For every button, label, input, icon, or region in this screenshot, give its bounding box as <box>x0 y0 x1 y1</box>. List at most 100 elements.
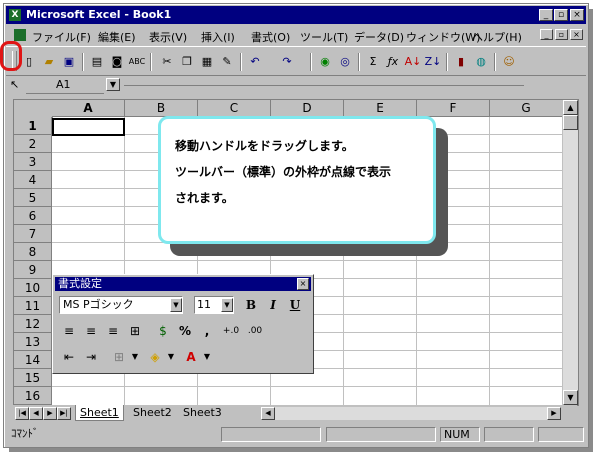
column-header-g[interactable]: G <box>490 100 563 117</box>
autosum-icon[interactable]: Σ <box>364 53 382 71</box>
menu-help[interactable]: ヘルプ(H) <box>472 29 522 45</box>
menu-view[interactable]: 表示(V) <box>149 29 187 45</box>
map-icon[interactable]: ◍ <box>472 53 490 71</box>
row-header-10[interactable]: 10 <box>14 279 52 297</box>
tab-sheet3[interactable]: Sheet3 <box>179 405 226 420</box>
row-header-3[interactable]: 3 <box>14 153 52 171</box>
function-icon[interactable]: ƒx <box>384 53 402 71</box>
chevron-down-icon[interactable]: ▼ <box>197 347 217 367</box>
row-header-1[interactable]: 1 <box>14 117 52 135</box>
doc-minimize-button[interactable]: _ <box>540 29 553 40</box>
row-header-4[interactable]: 4 <box>14 171 52 189</box>
align-center-icon[interactable]: ≡ <box>81 321 101 341</box>
tab-sheet1[interactable]: Sheet1 <box>75 405 124 421</box>
document-icon[interactable] <box>14 29 26 41</box>
scroll-down-button[interactable]: ▼ <box>563 390 578 405</box>
menu-edit[interactable]: 編集(E) <box>98 29 136 45</box>
formatting-toolbar-close-button[interactable]: × <box>297 278 309 290</box>
scroll-thumb[interactable] <box>563 115 578 130</box>
horizontal-scrollbar[interactable]: ◀ ▶ <box>261 407 561 420</box>
comma-button[interactable]: , <box>197 321 217 341</box>
decrease-decimal-button[interactable]: .00 <box>245 321 265 341</box>
align-right-icon[interactable]: ≡ <box>103 321 123 341</box>
hyperlink-icon[interactable]: ◉ <box>316 53 334 71</box>
column-header-f[interactable]: F <box>417 100 490 117</box>
increase-indent-icon[interactable]: ⇥ <box>81 347 101 367</box>
menu-tools[interactable]: ツール(T) <box>300 29 348 45</box>
font-name-select[interactable]: MS Pゴシック ▼ <box>59 296 183 314</box>
next-sheet-button[interactable]: ▶ <box>43 407 57 420</box>
bold-button[interactable]: B <box>241 295 261 315</box>
row-header-13[interactable]: 13 <box>14 333 52 351</box>
menu-insert[interactable]: 挿入(I) <box>201 29 235 45</box>
row-header-12[interactable]: 12 <box>14 315 52 333</box>
row-header-6[interactable]: 6 <box>14 207 52 225</box>
italic-button[interactable]: I <box>263 295 283 315</box>
name-box[interactable]: A1 <box>26 77 104 94</box>
open-icon[interactable]: ▰ <box>40 53 58 71</box>
new-icon[interactable]: ▯ <box>20 53 38 71</box>
cut-icon[interactable]: ✂ <box>158 53 176 71</box>
column-header-b[interactable]: B <box>125 100 198 117</box>
row-header-16[interactable]: 16 <box>14 387 52 405</box>
row-header-11[interactable]: 11 <box>14 297 52 315</box>
scroll-left-button[interactable]: ◀ <box>261 407 275 420</box>
close-button[interactable]: × <box>570 9 584 21</box>
decrease-indent-icon[interactable]: ⇤ <box>59 347 79 367</box>
prev-sheet-button[interactable]: ◀ <box>29 407 43 420</box>
row-header-14[interactable]: 14 <box>14 351 52 369</box>
copy-icon[interactable]: ❐ <box>178 53 196 71</box>
redo-icon[interactable]: ↷ <box>278 53 296 71</box>
scroll-right-button[interactable]: ▶ <box>547 407 561 420</box>
print-preview-icon[interactable]: ◙ <box>108 53 126 71</box>
title-bar[interactable]: X Microsoft Excel - Book1 _ ▫ × <box>6 6 586 24</box>
font-size-select[interactable]: 11 ▼ <box>194 296 234 314</box>
undo-icon[interactable]: ↶ <box>246 53 264 71</box>
column-header-d[interactable]: D <box>271 100 344 117</box>
minimize-button[interactable]: _ <box>539 9 553 21</box>
save-icon[interactable]: ▣ <box>60 53 78 71</box>
row-header-7[interactable]: 7 <box>14 225 52 243</box>
active-cell-a1[interactable] <box>52 118 125 136</box>
scroll-up-button[interactable]: ▲ <box>563 100 578 115</box>
menu-data[interactable]: データ(D) <box>354 29 404 45</box>
formatting-toolbar-titlebar[interactable]: 書式設定 × <box>55 277 311 291</box>
vertical-scrollbar[interactable]: ▲ ▼ <box>562 100 578 405</box>
web-toolbar-icon[interactable]: ◎ <box>336 53 354 71</box>
row-header-8[interactable]: 8 <box>14 243 52 261</box>
office-assistant-icon[interactable]: ☺ <box>500 53 518 71</box>
doc-close-button[interactable]: × <box>570 29 583 40</box>
spelling-icon[interactable]: ABC <box>128 53 146 71</box>
name-box-dropdown[interactable]: ▼ <box>106 78 120 91</box>
restore-button[interactable]: ▫ <box>554 9 568 21</box>
sort-ascending-icon[interactable]: A↓ <box>404 53 422 71</box>
chevron-down-icon[interactable]: ▼ <box>221 298 233 312</box>
chevron-down-icon[interactable]: ▼ <box>170 298 182 312</box>
row-header-2[interactable]: 2 <box>14 135 52 153</box>
column-header-e[interactable]: E <box>344 100 417 117</box>
row-header-9[interactable]: 9 <box>14 261 52 279</box>
doc-restore-button[interactable]: ▫ <box>555 29 568 40</box>
paste-icon[interactable]: ▦ <box>198 53 216 71</box>
row-header-15[interactable]: 15 <box>14 369 52 387</box>
formula-input[interactable] <box>124 85 524 86</box>
print-icon[interactable]: ▤ <box>88 53 106 71</box>
merge-center-icon[interactable]: ⊞ <box>125 321 145 341</box>
align-left-icon[interactable]: ≡ <box>59 321 79 341</box>
underline-button[interactable]: U <box>285 295 305 315</box>
tab-sheet2[interactable]: Sheet2 <box>129 405 176 420</box>
increase-decimal-button[interactable]: +.0 <box>221 321 241 341</box>
menu-window[interactable]: ウィンドウ(W) <box>406 29 480 45</box>
column-header-c[interactable]: C <box>198 100 271 117</box>
select-all-corner[interactable] <box>14 100 53 118</box>
sort-descending-icon[interactable]: Z↓ <box>424 53 442 71</box>
first-sheet-button[interactable]: |◀ <box>15 407 29 420</box>
row-header-5[interactable]: 5 <box>14 189 52 207</box>
menu-file[interactable]: ファイル(F) <box>32 29 91 45</box>
percent-button[interactable]: % <box>175 321 195 341</box>
chevron-down-icon[interactable]: ▼ <box>161 347 181 367</box>
column-header-a[interactable]: A <box>52 100 125 117</box>
currency-icon[interactable]: $ <box>153 321 173 341</box>
format-painter-icon[interactable]: ✎ <box>218 53 236 71</box>
menu-format[interactable]: 書式(O) <box>251 29 290 45</box>
